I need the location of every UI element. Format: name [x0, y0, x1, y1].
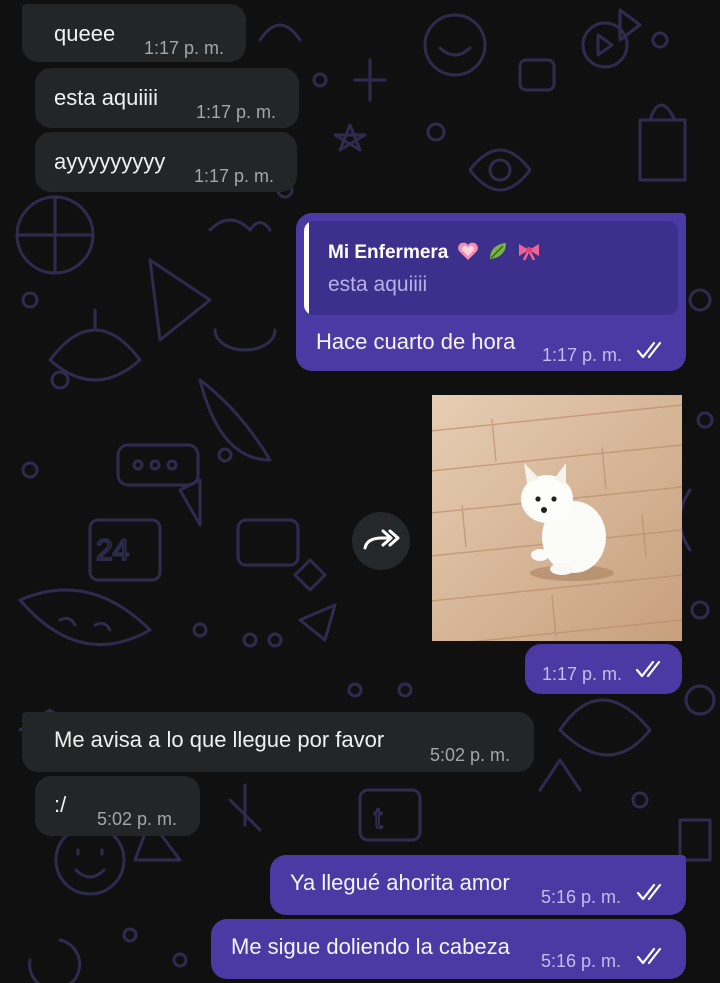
- message-incoming[interactable]: Me avisa a lo que llegue por favor 5:02 …: [22, 712, 534, 772]
- quoted-message[interactable]: Mi Enfermera esta aquiiii: [304, 221, 678, 315]
- quote-accent-bar: [304, 221, 309, 315]
- message-time: 1:17 p. m.: [196, 102, 277, 122]
- quote-author-name: Mi Enfermera: [328, 242, 449, 263]
- message-text: Me sigue doliendo la cabeza: [231, 934, 510, 959]
- message-time: 1:17 p. m.: [144, 38, 225, 58]
- message-time: 1:17 p. m.: [542, 345, 623, 365]
- message-incoming[interactable]: ayyyyyyyyy 1:17 p. m.: [35, 132, 297, 192]
- message-text: :/: [54, 792, 67, 817]
- message-time: 1:17 p. m.: [194, 166, 275, 186]
- double-check-icon: [636, 883, 662, 901]
- message-outgoing[interactable]: Ya llegué ahorita amor 5:16 p. m.: [270, 855, 686, 915]
- pink-ribbon-icon: [519, 244, 540, 261]
- forward-arrow-icon: [363, 529, 400, 550]
- message-outgoing-reply[interactable]: Mi Enfermera esta aquiiii Hace cuarto de…: [296, 213, 686, 371]
- message-time: 5:02 p. m.: [430, 745, 511, 765]
- message-outgoing-meta[interactable]: 1:17 p. m.: [525, 644, 682, 694]
- double-check-icon: [635, 660, 661, 678]
- message-incoming[interactable]: :/ 5:02 p. m.: [35, 776, 200, 836]
- double-check-icon: [636, 341, 662, 359]
- photo-message[interactable]: [432, 395, 682, 641]
- chat-messages[interactable]: queee 1:17 p. m. esta aquiiii 1:17 p. m.…: [0, 0, 720, 983]
- double-check-icon: [636, 947, 662, 965]
- message-text: ayyyyyyyyy: [54, 149, 166, 174]
- message-time: 5:16 p. m.: [541, 887, 622, 907]
- message-text: Ya llegué ahorita amor: [290, 870, 510, 895]
- message-text: queee: [54, 21, 116, 46]
- puppy-photo: [432, 395, 682, 641]
- forward-button[interactable]: [352, 512, 410, 570]
- message-time: 5:16 p. m.: [541, 951, 622, 971]
- message-incoming[interactable]: esta aquiiii 1:17 p. m.: [35, 68, 299, 128]
- message-outgoing[interactable]: Me sigue doliendo la cabeza 5:16 p. m.: [211, 919, 686, 979]
- message-text: esta aquiiii: [54, 85, 158, 110]
- quote-author: Mi Enfermera: [328, 239, 541, 267]
- message-time: 5:02 p. m.: [97, 809, 178, 829]
- leaf-icon: [489, 243, 506, 259]
- pink-heart-icon: [457, 242, 478, 260]
- message-text: Hace cuarto de hora: [316, 329, 516, 354]
- message-incoming[interactable]: queee 1:17 p. m.: [22, 4, 246, 62]
- message-text: Me avisa a lo que llegue por favor: [54, 727, 385, 752]
- message-time: 1:17 p. m.: [542, 664, 623, 684]
- quote-text: esta aquiiii: [328, 273, 428, 296]
